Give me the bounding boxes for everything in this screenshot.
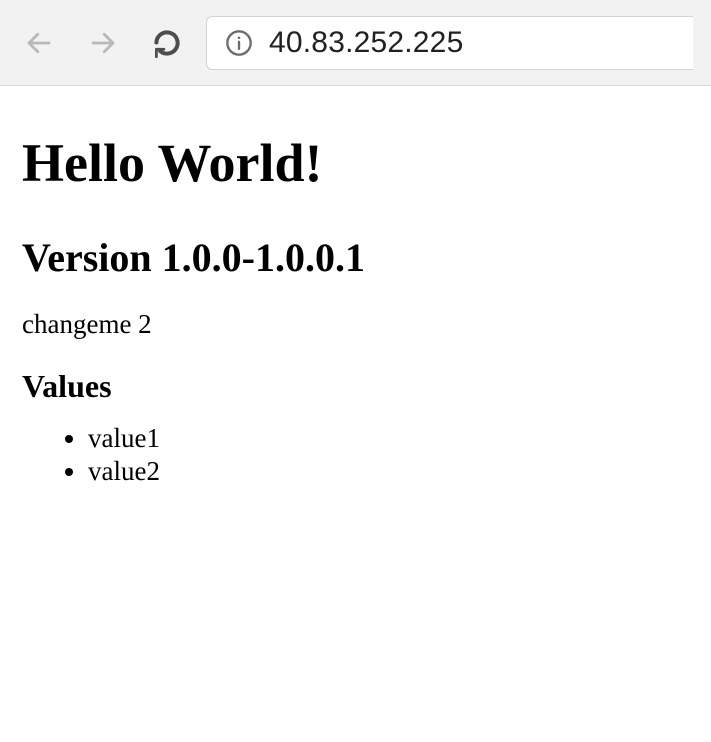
reload-icon[interactable] bbox=[146, 22, 188, 64]
browser-toolbar: 40.83.252.225 bbox=[0, 0, 711, 86]
nav-button-group bbox=[18, 22, 188, 64]
address-text: 40.83.252.225 bbox=[269, 26, 463, 60]
page-content: Hello World! Version 1.0.0-1.0.0.1 chang… bbox=[0, 86, 711, 509]
values-list: value1 value2 bbox=[22, 423, 689, 487]
page-title: Hello World! bbox=[22, 132, 689, 194]
back-icon[interactable] bbox=[18, 22, 60, 64]
change-text: changeme 2 bbox=[22, 309, 689, 340]
values-heading: Values bbox=[22, 368, 689, 405]
list-item: value2 bbox=[88, 456, 689, 487]
list-item: value1 bbox=[88, 423, 689, 454]
address-bar[interactable]: 40.83.252.225 bbox=[206, 16, 693, 70]
forward-icon[interactable] bbox=[82, 22, 124, 64]
site-info-icon[interactable] bbox=[225, 29, 253, 57]
version-heading: Version 1.0.0-1.0.0.1 bbox=[22, 234, 689, 281]
